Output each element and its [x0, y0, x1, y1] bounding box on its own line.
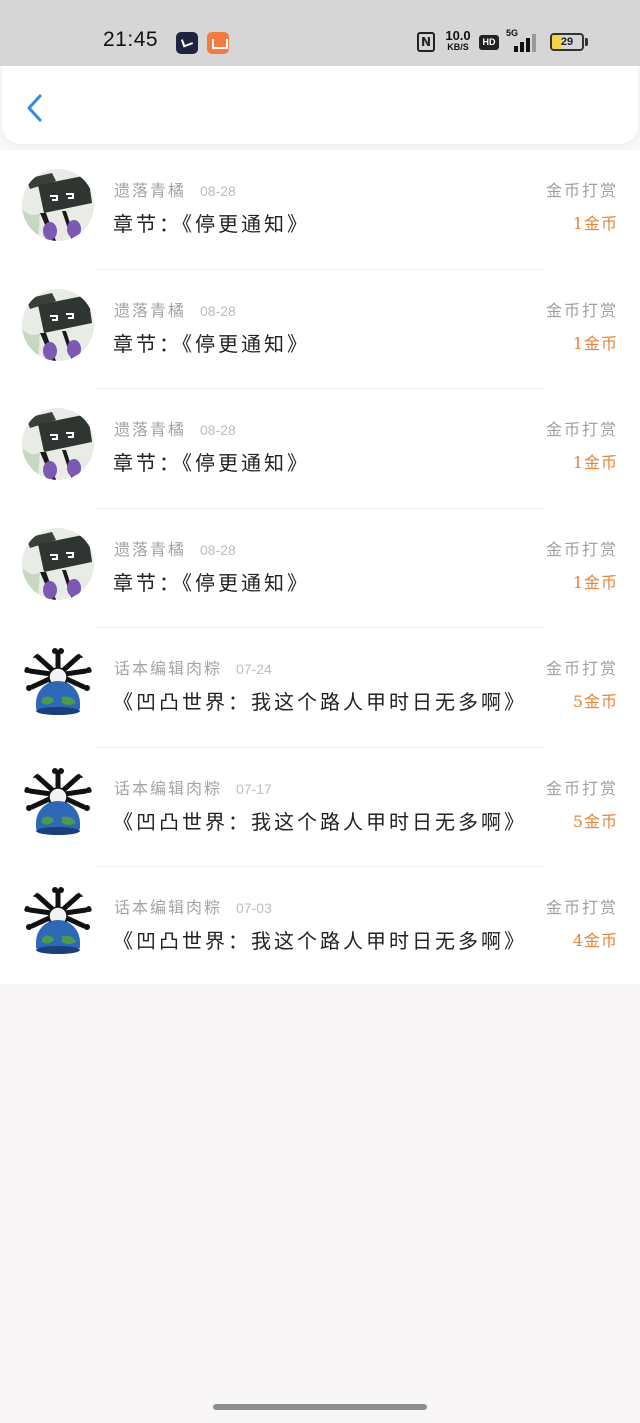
- globe-avatar[interactable]: [22, 647, 94, 719]
- status-time: 21:45: [103, 28, 159, 51]
- user-name-text: 话本编辑肉粽: [114, 778, 223, 798]
- network-speed: 10.0 KB/S: [443, 29, 473, 52]
- chevron-left-icon: [27, 94, 42, 122]
- reward-record-row[interactable]: 话本编辑肉粽 07-24 《凹凸世界：我这个路人甲时日无多啊》 金币打赏 5金币: [0, 628, 640, 748]
- user-name-text: 遗落青橘: [114, 300, 187, 320]
- home-indicator[interactable]: [213, 1404, 427, 1410]
- reward-amount: 4金币: [572, 931, 618, 950]
- chapter-title: 章节：《停更通知》: [113, 451, 310, 475]
- hd-badge: HD: [479, 35, 499, 50]
- reward-type: 金币打赏: [545, 300, 618, 320]
- user-name: 遗落青橘 08-28: [114, 536, 236, 560]
- user-name-text: 遗落青橘: [114, 181, 187, 200]
- user-name-text: 话本编辑肉粽: [114, 898, 223, 917]
- anime-avatar[interactable]: [22, 169, 94, 241]
- reward-type: 金币打赏: [545, 420, 618, 439]
- user-name-text: 遗落青橘: [114, 539, 187, 559]
- signal-icon: [512, 34, 542, 52]
- user-name: 话本编辑肉粽 07-24: [114, 655, 272, 679]
- network-speed-unit: KB/S: [447, 42, 469, 52]
- chapter-title: 《凹凸世界：我这个路人甲时日无多啊》: [113, 690, 527, 714]
- reward-amount: 1金币: [572, 214, 618, 233]
- globe-avatar[interactable]: [22, 766, 94, 839]
- chapter-title: 章节：《停更通知》: [113, 331, 310, 356]
- chapter-title: 《凹凸世界：我这个路人甲时日无多啊》: [113, 929, 527, 953]
- reward-record-list: 遗落青橘 08-28 章节：《停更通知》 金币打赏 1金币 遗落青橘 08-28 章节：《停…: [0, 150, 640, 984]
- anime-avatar[interactable]: [22, 288, 94, 361]
- user-name: 遗落青橘 08-28: [114, 297, 236, 321]
- reward-record-row[interactable]: 话本编辑肉粽 07-03 《凹凸世界：我这个路人甲时日无多啊》 金币打赏 4金币: [0, 867, 640, 987]
- reward-record-row[interactable]: 遗落青橘 08-28 章节：《停更通知》 金币打赏 1金币: [0, 509, 640, 629]
- user-name-text: 话本编辑肉粽: [114, 659, 223, 678]
- reader-app-icon: [207, 32, 229, 54]
- record-date: 07-03: [236, 900, 272, 916]
- nfc-icon: N: [417, 32, 435, 52]
- chapter-title: 章节：《停更通知》: [113, 212, 310, 236]
- reward-type: 金币打赏: [545, 778, 618, 798]
- reward-type: 金币打赏: [545, 659, 618, 678]
- reward-amount: 1金币: [572, 333, 618, 353]
- top-bar: [2, 66, 638, 144]
- network-speed-value: 10.0: [445, 28, 471, 43]
- record-date: 08-28: [200, 183, 236, 199]
- user-name: 遗落青橘 08-28: [114, 177, 236, 201]
- globe-avatar[interactable]: [22, 886, 94, 958]
- reward-amount: 5金币: [572, 811, 618, 831]
- chapter-title: 章节：《停更通知》: [113, 570, 310, 595]
- record-date: 07-24: [236, 661, 272, 677]
- reward-type: 金币打赏: [545, 898, 618, 917]
- battery-icon: 29: [550, 33, 584, 51]
- record-date: 08-28: [200, 422, 236, 438]
- reward-amount: 1金币: [572, 453, 618, 472]
- reward-type: 金币打赏: [545, 181, 618, 200]
- battery-level: 29: [560, 36, 574, 48]
- chapter-title: 《凹凸世界：我这个路人甲时日无多啊》: [113, 809, 527, 834]
- record-date: 08-28: [200, 302, 236, 319]
- anime-avatar[interactable]: [22, 527, 94, 600]
- user-name-text: 遗落青橘: [114, 420, 187, 439]
- record-date: 07-17: [236, 780, 272, 797]
- reward-record-row[interactable]: 话本编辑肉粽 07-17 《凹凸世界：我这个路人甲时日无多啊》 金币打赏 5金币: [0, 748, 640, 868]
- notes-app-icon: [176, 32, 198, 54]
- user-name: 话本编辑肉粽 07-17: [114, 775, 272, 799]
- anime-avatar[interactable]: [22, 408, 94, 480]
- reward-record-row[interactable]: 遗落青橘 08-28 章节：《停更通知》 金币打赏 1金币: [0, 389, 640, 509]
- reward-record-row[interactable]: 遗落青橘 08-28 章节：《停更通知》 金币打赏 1金币: [0, 150, 640, 270]
- user-name: 遗落青橘 08-28: [114, 416, 236, 440]
- reward-type: 金币打赏: [545, 539, 618, 559]
- reward-amount: 1金币: [572, 572, 618, 592]
- battery-tip: [585, 38, 588, 46]
- status-bar: 21:45 N 10.0 KB/S HD 5G 29: [0, 0, 640, 66]
- record-date: 08-28: [200, 541, 236, 558]
- reward-record-row[interactable]: 遗落青橘 08-28 章节：《停更通知》 金币打赏 1金币: [0, 270, 640, 390]
- back-button[interactable]: [18, 90, 54, 126]
- user-name: 话本编辑肉粽 07-03: [114, 894, 272, 918]
- reward-amount: 5金币: [572, 692, 618, 711]
